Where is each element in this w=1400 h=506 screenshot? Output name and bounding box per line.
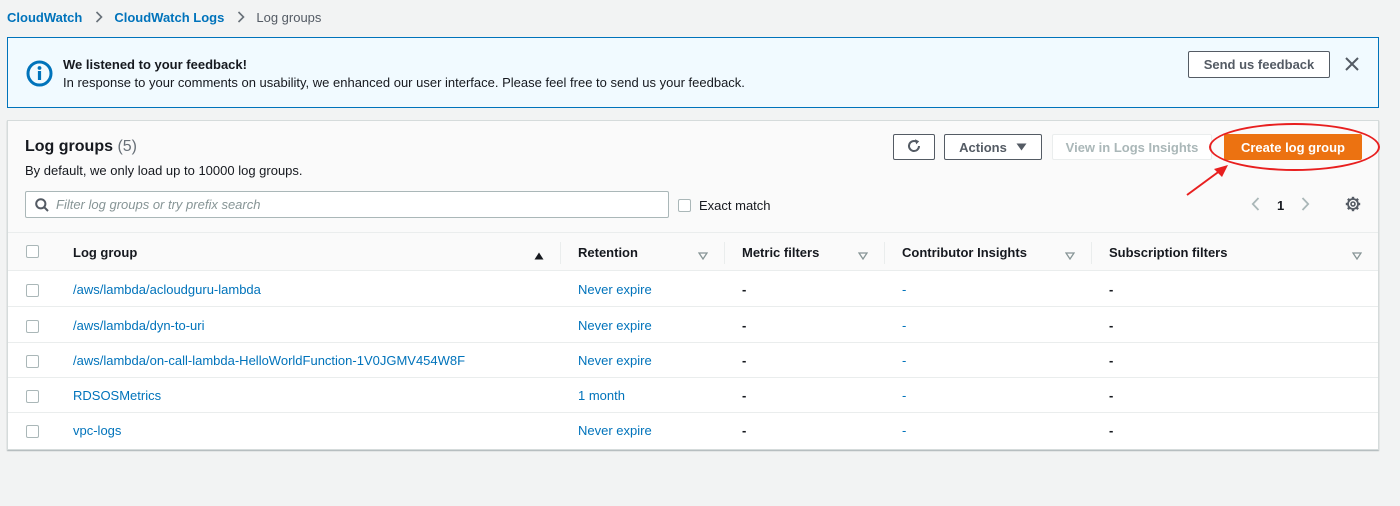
panel-title: Log groups (5) (25, 138, 137, 156)
banner-title: We listened to your feedback! (63, 57, 247, 72)
subscription-filters-value: - (1109, 282, 1114, 297)
retention-link[interactable]: Never expire (578, 343, 652, 378)
column-header-contributor-insights[interactable]: Contributor Insights (902, 233, 1027, 271)
panel-description: By default, we only load up to 10000 log… (25, 163, 303, 178)
sort-ascending-icon[interactable] (534, 248, 544, 260)
log-groups-panel: Log groups (5) By default, we only load … (7, 120, 1380, 450)
close-icon[interactable] (1344, 56, 1360, 72)
info-icon (26, 60, 53, 87)
column-divider[interactable] (1091, 242, 1092, 264)
next-page-icon[interactable] (1301, 196, 1310, 214)
table-row: /aws/lambda/acloudguru-lambda Never expi… (8, 272, 1378, 307)
subscription-filters-value: - (1109, 318, 1114, 333)
column-divider[interactable] (560, 242, 561, 264)
table-row: /aws/lambda/on-call-lambda-HelloWorldFun… (8, 343, 1378, 378)
exact-match-toggle[interactable]: Exact match (678, 198, 771, 213)
subscription-filters-value: - (1109, 423, 1114, 438)
chevron-right-icon (237, 11, 245, 23)
select-all-checkbox[interactable] (26, 245, 39, 258)
pagination: 1 (1251, 196, 1310, 214)
column-header-subscription-filters[interactable]: Subscription filters (1109, 233, 1227, 271)
log-group-link[interactable]: /aws/lambda/on-call-lambda-HelloWorldFun… (73, 343, 465, 378)
retention-link[interactable]: Never expire (578, 308, 652, 343)
chevron-right-icon (95, 11, 103, 23)
metric-filters-value: - (742, 423, 747, 438)
table-header: Log group Retention Metric filters Contr… (8, 233, 1378, 271)
metric-filters-value: - (742, 282, 747, 297)
exact-match-checkbox[interactable] (678, 199, 691, 212)
retention-link[interactable]: 1 month (578, 378, 625, 413)
row-checkbox[interactable] (26, 425, 39, 438)
banner-message: In response to your comments on usabilit… (63, 75, 745, 90)
contributor-insights-link[interactable]: - (902, 343, 906, 378)
metric-filters-value: - (742, 318, 747, 333)
contributor-insights-link[interactable]: - (902, 378, 906, 413)
send-feedback-button[interactable]: Send us feedback (1188, 51, 1330, 78)
sort-icon[interactable] (1064, 248, 1076, 261)
current-page[interactable]: 1 (1277, 198, 1284, 213)
breadcrumb-current: Log groups (256, 9, 322, 25)
gear-icon[interactable] (1345, 196, 1361, 212)
column-header-log-group[interactable]: Log group (73, 233, 137, 271)
subscription-filters-value: - (1109, 388, 1114, 403)
table-row: vpc-logs Never expire - - - (8, 413, 1378, 448)
sort-icon[interactable] (1351, 248, 1363, 261)
retention-link[interactable]: Never expire (578, 272, 652, 307)
contributor-insights-link[interactable]: - (902, 413, 906, 448)
table-row: RDSOSMetrics 1 month - - - (8, 378, 1378, 413)
panel-header: Log groups (5) By default, we only load … (8, 121, 1380, 233)
log-group-link[interactable]: vpc-logs (73, 413, 121, 448)
log-group-link[interactable]: /aws/lambda/acloudguru-lambda (73, 272, 261, 307)
contributor-insights-link[interactable]: - (902, 272, 906, 307)
sort-icon[interactable] (857, 248, 869, 261)
table-row: /aws/lambda/dyn-to-uri Never expire - - … (8, 308, 1378, 343)
annotation-arrow-icon (1183, 163, 1233, 199)
row-checkbox[interactable] (26, 390, 39, 403)
prev-page-icon[interactable] (1251, 196, 1260, 214)
log-group-count: (5) (117, 138, 137, 155)
actions-label: Actions (959, 139, 1007, 155)
panel-title-text: Log groups (25, 138, 113, 155)
view-in-logs-insights-button[interactable]: View in Logs Insights (1052, 134, 1212, 160)
feedback-banner: We listened to your feedback! In respons… (7, 37, 1379, 108)
column-header-metric-filters[interactable]: Metric filters (742, 233, 819, 271)
log-group-search (25, 191, 669, 218)
row-checkbox[interactable] (26, 284, 39, 297)
search-icon (35, 198, 49, 212)
retention-link[interactable]: Never expire (578, 413, 652, 448)
breadcrumb-cloudwatch-logs[interactable]: CloudWatch Logs (114, 10, 224, 25)
metric-filters-value: - (742, 388, 747, 403)
column-header-retention[interactable]: Retention (578, 233, 638, 271)
refresh-icon (906, 138, 922, 157)
annotation-ring (1209, 123, 1380, 171)
actions-dropdown-button[interactable]: Actions (944, 134, 1042, 160)
breadcrumb: CloudWatch CloudWatch Logs Log groups (7, 9, 321, 25)
search-input[interactable] (56, 195, 656, 214)
log-group-link[interactable]: /aws/lambda/dyn-to-uri (73, 308, 205, 343)
breadcrumb-cloudwatch[interactable]: CloudWatch (7, 10, 82, 25)
refresh-button[interactable] (893, 134, 935, 160)
column-divider[interactable] (884, 242, 885, 264)
sort-icon[interactable] (697, 248, 709, 261)
exact-match-label: Exact match (699, 198, 771, 213)
metric-filters-value: - (742, 353, 747, 368)
contributor-insights-link[interactable]: - (902, 308, 906, 343)
row-checkbox[interactable] (26, 320, 39, 333)
subscription-filters-value: - (1109, 353, 1114, 368)
log-group-link[interactable]: RDSOSMetrics (73, 378, 161, 413)
row-checkbox[interactable] (26, 355, 39, 368)
column-divider[interactable] (724, 242, 725, 264)
caret-down-icon (1016, 143, 1027, 151)
